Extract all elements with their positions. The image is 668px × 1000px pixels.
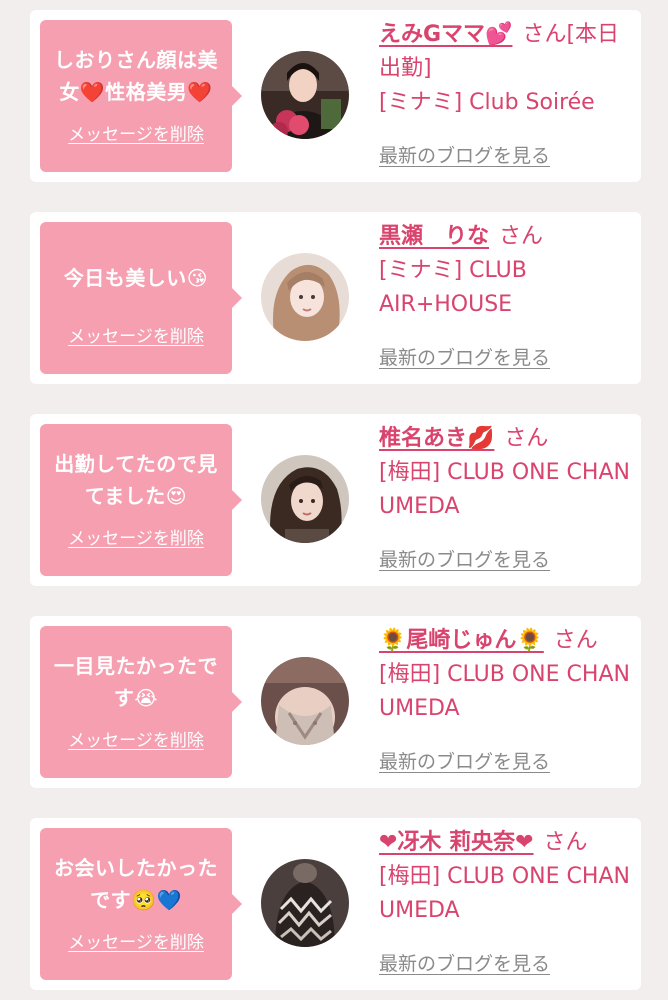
avatar[interactable] <box>261 657 349 745</box>
shop-name: [ミナミ] CLUB AIR+HOUSE <box>379 258 527 317</box>
delete-message-link[interactable]: メッセージを削除 <box>40 731 232 751</box>
message-text: しおりさん顔は美女❤️性格美男❤️ <box>54 48 218 104</box>
message-bubble: しおりさん顔は美女❤️性格美男❤️ メッセージを削除 <box>40 20 242 172</box>
shop-name: [梅田] CLUB ONE CHAN UMEDA <box>379 460 630 519</box>
shop-name: [ミナミ] Club Soirée <box>379 90 595 115</box>
delete-message-link[interactable]: メッセージを削除 <box>40 529 232 549</box>
cast-name-link[interactable]: えみGママ💕 <box>379 22 512 47</box>
cast-info: 黒瀬 りな さん [ミナミ] CLUB AIR+HOUSE <box>379 220 631 322</box>
avatar[interactable] <box>261 859 349 947</box>
cast-info: 椎名あき💋 さん [梅田] CLUB ONE CHAN UMEDA <box>379 422 631 524</box>
cast-name-link[interactable]: 椎名あき💋 <box>379 426 494 451</box>
latest-blog-link[interactable]: 最新のブログを見る <box>379 952 550 976</box>
cast-info: 🌻尾崎じゅん🌻 さん [梅田] CLUB ONE CHAN UMEDA <box>379 624 631 726</box>
cast-honorific: さん <box>553 628 598 653</box>
cast-honorific: さん <box>499 224 544 249</box>
message-bubble: 今日も美しい😘 メッセージを削除 <box>40 222 242 374</box>
message-text: 今日も美しい😘 <box>63 266 209 290</box>
cast-honorific: さん <box>504 426 549 451</box>
cast-info: ❤︎冴木 莉央奈❤︎ さん [梅田] CLUB ONE CHAN UMEDA <box>379 826 631 928</box>
message-list: しおりさん顔は美女❤️性格美男❤️ メッセージを削除 えみGママ💕 さん[本日出勤… <box>0 0 668 1000</box>
message-text: 出勤してたので見てました😍 <box>54 452 218 508</box>
message-bubble: お会いしたかったです🥺💙 メッセージを削除 <box>40 828 242 980</box>
message-card: しおりさん顔は美女❤️性格美男❤️ メッセージを削除 えみGママ💕 さん[本日出勤… <box>30 10 641 182</box>
message-card: 出勤してたので見てました😍 メッセージを削除 椎名あき💋 さん [梅田] CLUB… <box>30 414 641 586</box>
shop-name: [梅田] CLUB ONE CHAN UMEDA <box>379 864 630 923</box>
message-card: お会いしたかったです🥺💙 メッセージを削除 ❤︎冴木 莉央奈❤︎ さん [梅田] … <box>30 818 641 990</box>
message-text: お会いしたかったです🥺💙 <box>54 856 218 912</box>
message-card: 一目見たかったです😭 メッセージを削除 🌻尾崎じゅん🌻 さん [梅田] CLUB … <box>30 616 641 788</box>
cast-name-link[interactable]: 黒瀬 りな <box>379 224 489 249</box>
delete-message-link[interactable]: メッセージを削除 <box>40 125 232 145</box>
delete-message-link[interactable]: メッセージを削除 <box>40 327 232 347</box>
message-text: 一目見たかったです😭 <box>54 654 218 710</box>
latest-blog-link[interactable]: 最新のブログを見る <box>379 346 550 370</box>
latest-blog-link[interactable]: 最新のブログを見る <box>379 750 550 774</box>
message-card: 今日も美しい😘 メッセージを削除 黒瀬 りな さん [ミナミ] CLUB AIR+… <box>30 212 641 384</box>
cast-honorific: さん <box>543 830 588 855</box>
delete-message-link[interactable]: メッセージを削除 <box>40 933 232 953</box>
avatar[interactable] <box>261 253 349 341</box>
avatar[interactable] <box>261 455 349 543</box>
latest-blog-link[interactable]: 最新のブログを見る <box>379 548 550 572</box>
message-bubble: 一目見たかったです😭 メッセージを削除 <box>40 626 242 778</box>
message-bubble: 出勤してたので見てました😍 メッセージを削除 <box>40 424 242 576</box>
shop-name: [梅田] CLUB ONE CHAN UMEDA <box>379 662 630 721</box>
cast-name-link[interactable]: 🌻尾崎じゅん🌻 <box>379 628 544 653</box>
latest-blog-link[interactable]: 最新のブログを見る <box>379 144 550 168</box>
avatar[interactable] <box>261 51 349 139</box>
cast-name-link[interactable]: ❤︎冴木 莉央奈❤︎ <box>379 830 534 855</box>
cast-info: えみGママ💕 さん[本日出勤] [ミナミ] Club Soirée <box>379 18 631 120</box>
